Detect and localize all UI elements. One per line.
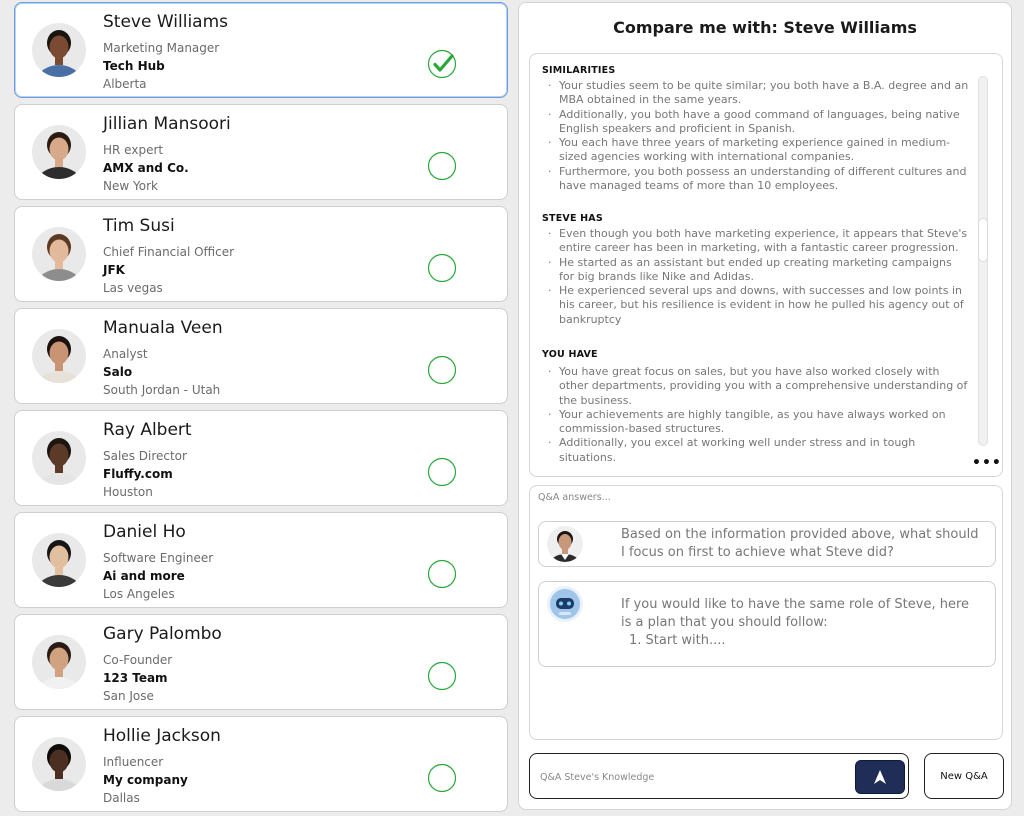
qa-input-field[interactable]: [529, 753, 909, 799]
avatar: [32, 737, 86, 791]
contact-name: Hollie Jackson: [103, 726, 221, 746]
contact-card[interactable]: Hollie Jackson Influencer My company Dal…: [14, 716, 508, 812]
select-circle-icon[interactable]: [427, 661, 457, 691]
bullet-item: Your studies seem to be quite similar; y…: [546, 79, 970, 108]
contact-name: Gary Palombo: [103, 624, 222, 644]
page-title: Compare me with: Steve Williams: [613, 18, 917, 37]
bullet-item: Your achievements are highly tangible, a…: [546, 408, 970, 437]
avatar: [32, 125, 86, 179]
select-circle-icon[interactable]: [427, 457, 457, 487]
bullet-item: You have great focus on sales, but you h…: [546, 365, 970, 408]
avatar: [32, 227, 86, 281]
contact-city: New York: [103, 179, 158, 193]
similarities-list: Your studies seem to be quite similar; y…: [546, 79, 970, 193]
contact-role: Sales Director: [103, 449, 187, 463]
select-circle-icon[interactable]: [427, 559, 457, 589]
contact-company: Fluffy.com: [103, 467, 173, 481]
bullet-item: He started as an assistant but ended up …: [546, 256, 970, 285]
answer-text: If you would like to have the same role …: [621, 596, 983, 650]
more-options-icon[interactable]: •••: [972, 455, 1002, 471]
bullet-item: You each have three years of marketing e…: [546, 136, 970, 165]
contact-role: Analyst: [103, 347, 148, 361]
contact-company: Ai and more: [103, 569, 185, 583]
contact-company: My company: [103, 773, 188, 787]
contact-role: Marketing Manager: [103, 41, 220, 55]
contact-name: Manuala Veen: [103, 318, 223, 338]
bullet-item: Furthermore, you both possess an underst…: [546, 165, 970, 194]
contact-card[interactable]: Manuala Veen Analyst Salo South Jordan -…: [14, 308, 508, 404]
bot-avatar-icon: [547, 586, 583, 622]
question-text: Based on the information provided above,…: [621, 527, 979, 560]
contact-card[interactable]: Steve Williams Marketing Manager Tech Hu…: [14, 2, 508, 98]
contact-card[interactable]: Ray Albert Sales Director Fluffy.com Hou…: [14, 410, 508, 506]
contact-city: Dallas: [103, 791, 140, 805]
scrollbar-thumb[interactable]: [978, 218, 988, 262]
contact-card[interactable]: Gary Palombo Co-Founder 123 Team San Jos…: [14, 614, 508, 710]
avatar: [32, 533, 86, 587]
select-circle-icon[interactable]: [427, 151, 457, 181]
contact-company: 123 Team: [103, 671, 168, 685]
contact-name: Daniel Ho: [103, 522, 186, 542]
contact-name: Steve Williams: [103, 12, 229, 32]
new-qa-button[interactable]: New Q&A: [924, 753, 1004, 799]
comparison-box: SIMILARITIES Your studies seem to be qui…: [529, 53, 1003, 477]
qa-answers-label: Q&A answers...: [538, 492, 611, 503]
contact-city: South Jordan - Utah: [103, 383, 221, 397]
contact-role: HR expert: [103, 143, 164, 157]
select-circle-icon[interactable]: [427, 355, 457, 385]
steve-has-list: Even though you both have marketing expe…: [546, 227, 970, 327]
contact-company: JFK: [103, 263, 125, 277]
user-avatar: [547, 526, 583, 562]
contact-card[interactable]: Jillian Mansoori HR expert AMX and Co. N…: [14, 104, 508, 200]
contact-company: Tech Hub: [103, 59, 165, 73]
assistant-answer-message: If you would like to have the same role …: [538, 581, 996, 667]
contact-role: Co-Founder: [103, 653, 173, 667]
bullet-item: Even though you both have marketing expe…: [546, 227, 970, 256]
selected-check-icon[interactable]: [427, 49, 457, 79]
contact-name: Tim Susi: [103, 216, 175, 236]
you-have-list: You have great focus on sales, but you h…: [546, 365, 970, 465]
bullet-item: Additionally, you excel at working well …: [546, 436, 970, 465]
answer-intro: If you would like to have the same role …: [621, 597, 970, 630]
answer-step: 1. Start with....: [629, 633, 726, 648]
contact-city: San Jose: [103, 689, 154, 703]
select-circle-icon[interactable]: [427, 253, 457, 283]
qa-answers-box: Q&A answers... Based on the information …: [529, 485, 1003, 740]
contact-city: Alberta: [103, 77, 147, 91]
contact-name: Jillian Mansoori: [103, 114, 231, 134]
bullet-item: Additionally, you both have a good comma…: [546, 108, 970, 137]
section-heading-similarities: SIMILARITIES: [542, 65, 616, 76]
contact-role: Chief Financial Officer: [103, 245, 235, 259]
contact-company: Salo: [103, 365, 133, 379]
select-circle-icon[interactable]: [427, 763, 457, 793]
contact-city: Las vegas: [103, 281, 163, 295]
contact-company: AMX and Co.: [103, 161, 189, 175]
contact-name: Ray Albert: [103, 420, 192, 440]
bullet-item: He experienced several ups and downs, wi…: [546, 284, 970, 327]
qa-input[interactable]: [540, 768, 840, 786]
contact-card[interactable]: Tim Susi Chief Financial Officer JFK Las…: [14, 206, 508, 302]
upload-arrow-icon: [874, 770, 886, 784]
avatar: [32, 329, 86, 383]
compare-panel: Compare me with: Steve Williams SIMILARI…: [518, 2, 1012, 810]
avatar: [32, 431, 86, 485]
contact-role: Software Engineer: [103, 551, 214, 565]
section-heading-you-have: YOU HAVE: [542, 349, 598, 360]
section-heading-steve-has: STEVE HAS: [542, 213, 603, 224]
send-button[interactable]: [855, 760, 905, 794]
contact-city: Houston: [103, 485, 153, 499]
contact-card[interactable]: Daniel Ho Software Engineer Ai and more …: [14, 512, 508, 608]
user-question-message: Based on the information provided above,…: [538, 521, 996, 567]
contact-city: Los Angeles: [103, 587, 175, 601]
avatar: [32, 23, 86, 77]
contact-role: Influencer: [103, 755, 164, 769]
avatar: [32, 635, 86, 689]
